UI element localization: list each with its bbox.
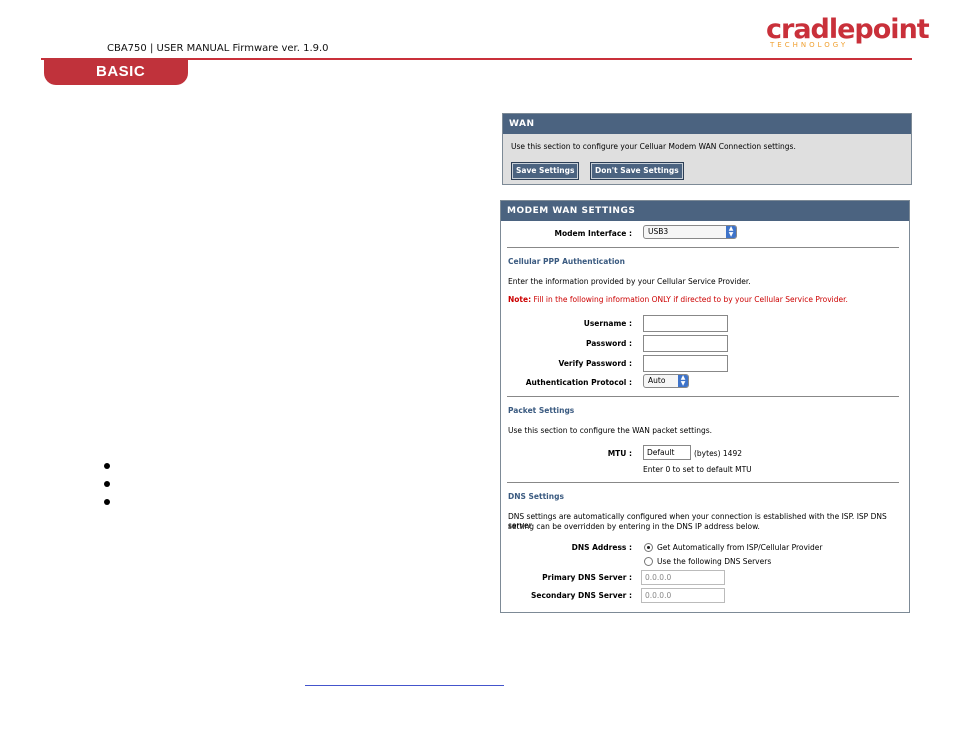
packet-heading: Packet Settings: [508, 406, 575, 415]
wan-description: Use this section to configure your Cellu…: [511, 142, 796, 151]
dns-address-label: DNS Address :: [571, 543, 632, 552]
primary-dns-input[interactable]: 0.0.0.0: [641, 570, 725, 585]
dns-intro-line-2: setting can be overridden by entering in…: [508, 522, 760, 531]
password-label: Password :: [585, 339, 632, 348]
password-input[interactable]: [643, 335, 728, 352]
auth-protocol-label: Authentication Protocol :: [525, 378, 632, 387]
mtu-label: MTU :: [607, 449, 632, 458]
bullet-list: [104, 463, 110, 517]
manual-header-text: CBA750 | USER MANUAL Firmware ver. 1.9.0: [107, 43, 329, 54]
bullet-point: [104, 499, 110, 505]
dns-heading: DNS Settings: [508, 492, 564, 501]
username-input[interactable]: [643, 315, 728, 332]
packet-intro: Use this section to configure the WAN pa…: [508, 426, 713, 435]
bullet-point: [104, 463, 110, 469]
dns-auto-option-label: Get Automatically from ISP/Cellular Prov…: [657, 543, 823, 552]
divider: [507, 247, 899, 248]
verify-password-input[interactable]: [643, 355, 728, 372]
bullet-point: [104, 481, 110, 487]
ppp-heading: Cellular PPP Authentication: [508, 257, 625, 266]
select-arrows-icon: ▲ ▼: [678, 375, 688, 387]
mtu-hint: Enter 0 to set to default MTU: [643, 465, 752, 474]
save-settings-button[interactable]: Save Settings: [511, 162, 580, 180]
modem-wan-settings-panel: MODEM WAN SETTINGS Modem Interface : USB…: [500, 200, 910, 613]
modem-panel-title: MODEM WAN SETTINGS: [501, 201, 909, 221]
mtu-input[interactable]: Default: [643, 445, 691, 460]
hyperlink[interactable]: [305, 685, 504, 686]
section-tab: BASIC: [44, 58, 188, 85]
dns-auto-radio[interactable]: [644, 543, 653, 552]
divider: [507, 482, 899, 483]
primary-dns-label: Primary DNS Server :: [542, 573, 632, 582]
username-label: Username :: [583, 319, 632, 328]
auth-protocol-select[interactable]: Auto ▲ ▼: [643, 374, 689, 388]
dont-save-settings-button[interactable]: Don't Save Settings: [590, 162, 684, 180]
wan-panel: WAN Use this section to configure your C…: [502, 113, 912, 185]
dns-manual-option-label: Use the following DNS Servers: [657, 557, 772, 566]
divider: [507, 396, 899, 397]
ppp-note: Note: Fill in the following information …: [508, 295, 848, 304]
dns-manual-radio[interactable]: [644, 557, 653, 566]
verify-password-label: Verify Password :: [558, 359, 632, 368]
modem-interface-label: Modem Interface :: [554, 229, 632, 238]
secondary-dns-label: Secondary DNS Server :: [530, 591, 632, 600]
cradlepoint-logo: cradlepoint TECHNOLOGY: [766, 14, 930, 49]
wan-panel-title: WAN: [503, 114, 911, 134]
modem-interface-select[interactable]: USB3 ▲ ▼: [643, 225, 737, 239]
mtu-suffix: (bytes) 1492: [694, 449, 742, 458]
secondary-dns-input[interactable]: 0.0.0.0: [641, 588, 725, 603]
ppp-intro: Enter the information provided by your C…: [508, 277, 751, 286]
select-arrows-icon: ▲ ▼: [726, 226, 736, 238]
